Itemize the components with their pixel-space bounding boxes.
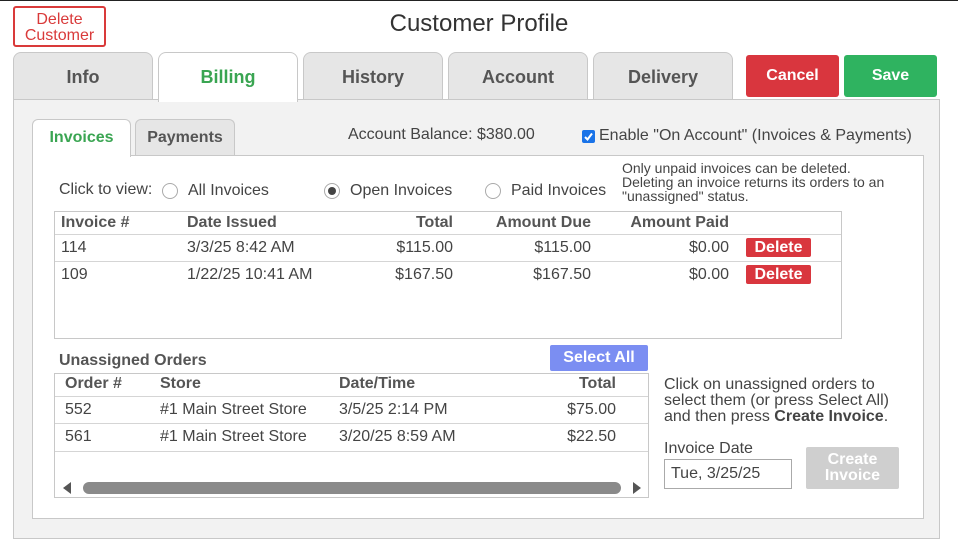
- delete-invoice-button[interactable]: Delete: [746, 238, 811, 257]
- radio-open-invoices[interactable]: Open Invoices: [324, 182, 452, 200]
- instructions-bold: Create Invoice: [774, 408, 884, 425]
- cell-date: 1/22/25 10:41 AM: [187, 266, 313, 283]
- cell-date: 3/3/25 8:42 AM: [187, 239, 295, 256]
- cell-total: $167.50: [395, 266, 453, 283]
- radio-button[interactable]: [162, 183, 178, 199]
- subtab-payments[interactable]: Payments: [135, 119, 235, 155]
- cell-datetime: 3/20/25 8:59 AM: [339, 428, 456, 445]
- cancel-button[interactable]: Cancel: [746, 55, 839, 97]
- scroll-left-icon[interactable]: [63, 482, 71, 494]
- col-header-date-issued: Date Issued: [187, 214, 277, 231]
- row-divider: [55, 451, 648, 452]
- delete-note-line2: Deleting an invoice returns its orders t…: [622, 174, 885, 190]
- instructions-line3: and then press Create Invoice.: [664, 409, 914, 425]
- click-to-view-label: Click to view:: [59, 181, 153, 198]
- instructions-line1: Click on unassigned orders to: [664, 376, 875, 393]
- delete-note-line3: "unassigned" status.: [622, 188, 749, 204]
- col-header-amount-paid: Amount Paid: [630, 214, 729, 231]
- cell-datetime: 3/5/25 2:14 PM: [339, 401, 448, 418]
- radio-label: All Invoices: [188, 182, 269, 199]
- unassigned-orders-title: Unassigned Orders: [59, 352, 207, 369]
- enable-on-account-checkbox[interactable]: [582, 130, 595, 143]
- cell-amount-paid: $0.00: [688, 266, 729, 283]
- invoice-date-label: Invoice Date: [664, 440, 753, 457]
- cell-total: $115.00: [396, 239, 453, 256]
- create-invoice-label-line2: Invoice: [824, 467, 881, 484]
- row-divider: [55, 261, 841, 262]
- row-divider: [55, 423, 648, 424]
- cell-amount-due: $115.00: [534, 239, 591, 256]
- account-balance: Account Balance: $380.00: [348, 126, 535, 143]
- cell-total: $22.50: [567, 428, 616, 445]
- invoices-table: Invoice # Date Issued Total Amount Due A…: [54, 211, 842, 339]
- radio-paid-invoices[interactable]: Paid Invoices: [485, 182, 606, 200]
- cell-amount-paid: $0.00: [688, 239, 729, 256]
- enable-on-account-label: Enable "On Account" (Invoices & Payments…: [599, 127, 912, 144]
- page-title: Customer Profile: [389, 10, 569, 37]
- tab-delivery[interactable]: Delivery: [593, 52, 733, 100]
- cell-order: 561: [65, 428, 92, 445]
- instructions-suffix: .: [883, 408, 889, 425]
- invoice-date-input[interactable]: [664, 459, 792, 489]
- col-header-store: Store: [160, 375, 201, 392]
- radio-label: Open Invoices: [350, 182, 453, 199]
- delete-note-line1: Only unpaid invoices can be deleted.: [622, 160, 851, 176]
- col-header-order: Order #: [65, 375, 122, 392]
- cell-amount-due: $167.50: [533, 266, 591, 283]
- col-header-datetime: Date/Time: [339, 375, 416, 392]
- tab-history[interactable]: History: [303, 52, 443, 100]
- row-divider: [55, 234, 841, 235]
- subtab-invoices[interactable]: Invoices: [32, 119, 131, 157]
- radio-button[interactable]: [485, 183, 501, 199]
- cell-store: #1 Main Street Store: [160, 401, 307, 418]
- radio-all-invoices[interactable]: All Invoices: [162, 182, 269, 200]
- enable-on-account[interactable]: Enable "On Account" (Invoices & Payments…: [582, 127, 912, 145]
- tab-info[interactable]: Info: [13, 52, 153, 100]
- col-header-amount-due: Amount Due: [495, 214, 591, 231]
- col-header-invoice: Invoice #: [61, 214, 130, 231]
- select-all-button[interactable]: Select All: [550, 345, 648, 371]
- instructions-line2: select them (or press Select All): [664, 392, 889, 409]
- create-invoice-label-line1: Create: [827, 451, 878, 468]
- cell-total: $75.00: [567, 401, 616, 418]
- create-invoice-button[interactable]: Create Invoice: [806, 447, 899, 489]
- instructions-prefix: and then press: [664, 408, 775, 425]
- cell-invoice: 114: [61, 239, 87, 256]
- radio-button[interactable]: [324, 183, 340, 199]
- col-header-total: Total: [415, 214, 453, 231]
- horizontal-scrollbar[interactable]: [63, 478, 641, 494]
- cell-order: 552: [65, 401, 92, 418]
- unassigned-orders-table: Order # Store Date/Time Total 552 #1 Mai…: [54, 373, 649, 498]
- scroll-right-icon[interactable]: [633, 482, 641, 494]
- save-button[interactable]: Save: [844, 55, 937, 97]
- col-header-total: Total: [578, 375, 616, 392]
- radio-label: Paid Invoices: [511, 182, 607, 199]
- cell-invoice: 109: [61, 266, 88, 283]
- delete-invoice-button[interactable]: Delete: [746, 265, 811, 284]
- create-invoice-instructions: Click on unassigned orders to select the…: [664, 377, 914, 425]
- scroll-thumb[interactable]: [83, 482, 621, 494]
- cell-store: #1 Main Street Store: [160, 428, 307, 445]
- top-border: [0, 0, 958, 1]
- delete-note: Only unpaid invoices can be deleted. Del…: [622, 161, 922, 203]
- tab-billing[interactable]: Billing: [158, 52, 298, 102]
- tab-account[interactable]: Account: [448, 52, 588, 100]
- checkmark-icon: [584, 132, 593, 142]
- row-divider: [55, 396, 648, 397]
